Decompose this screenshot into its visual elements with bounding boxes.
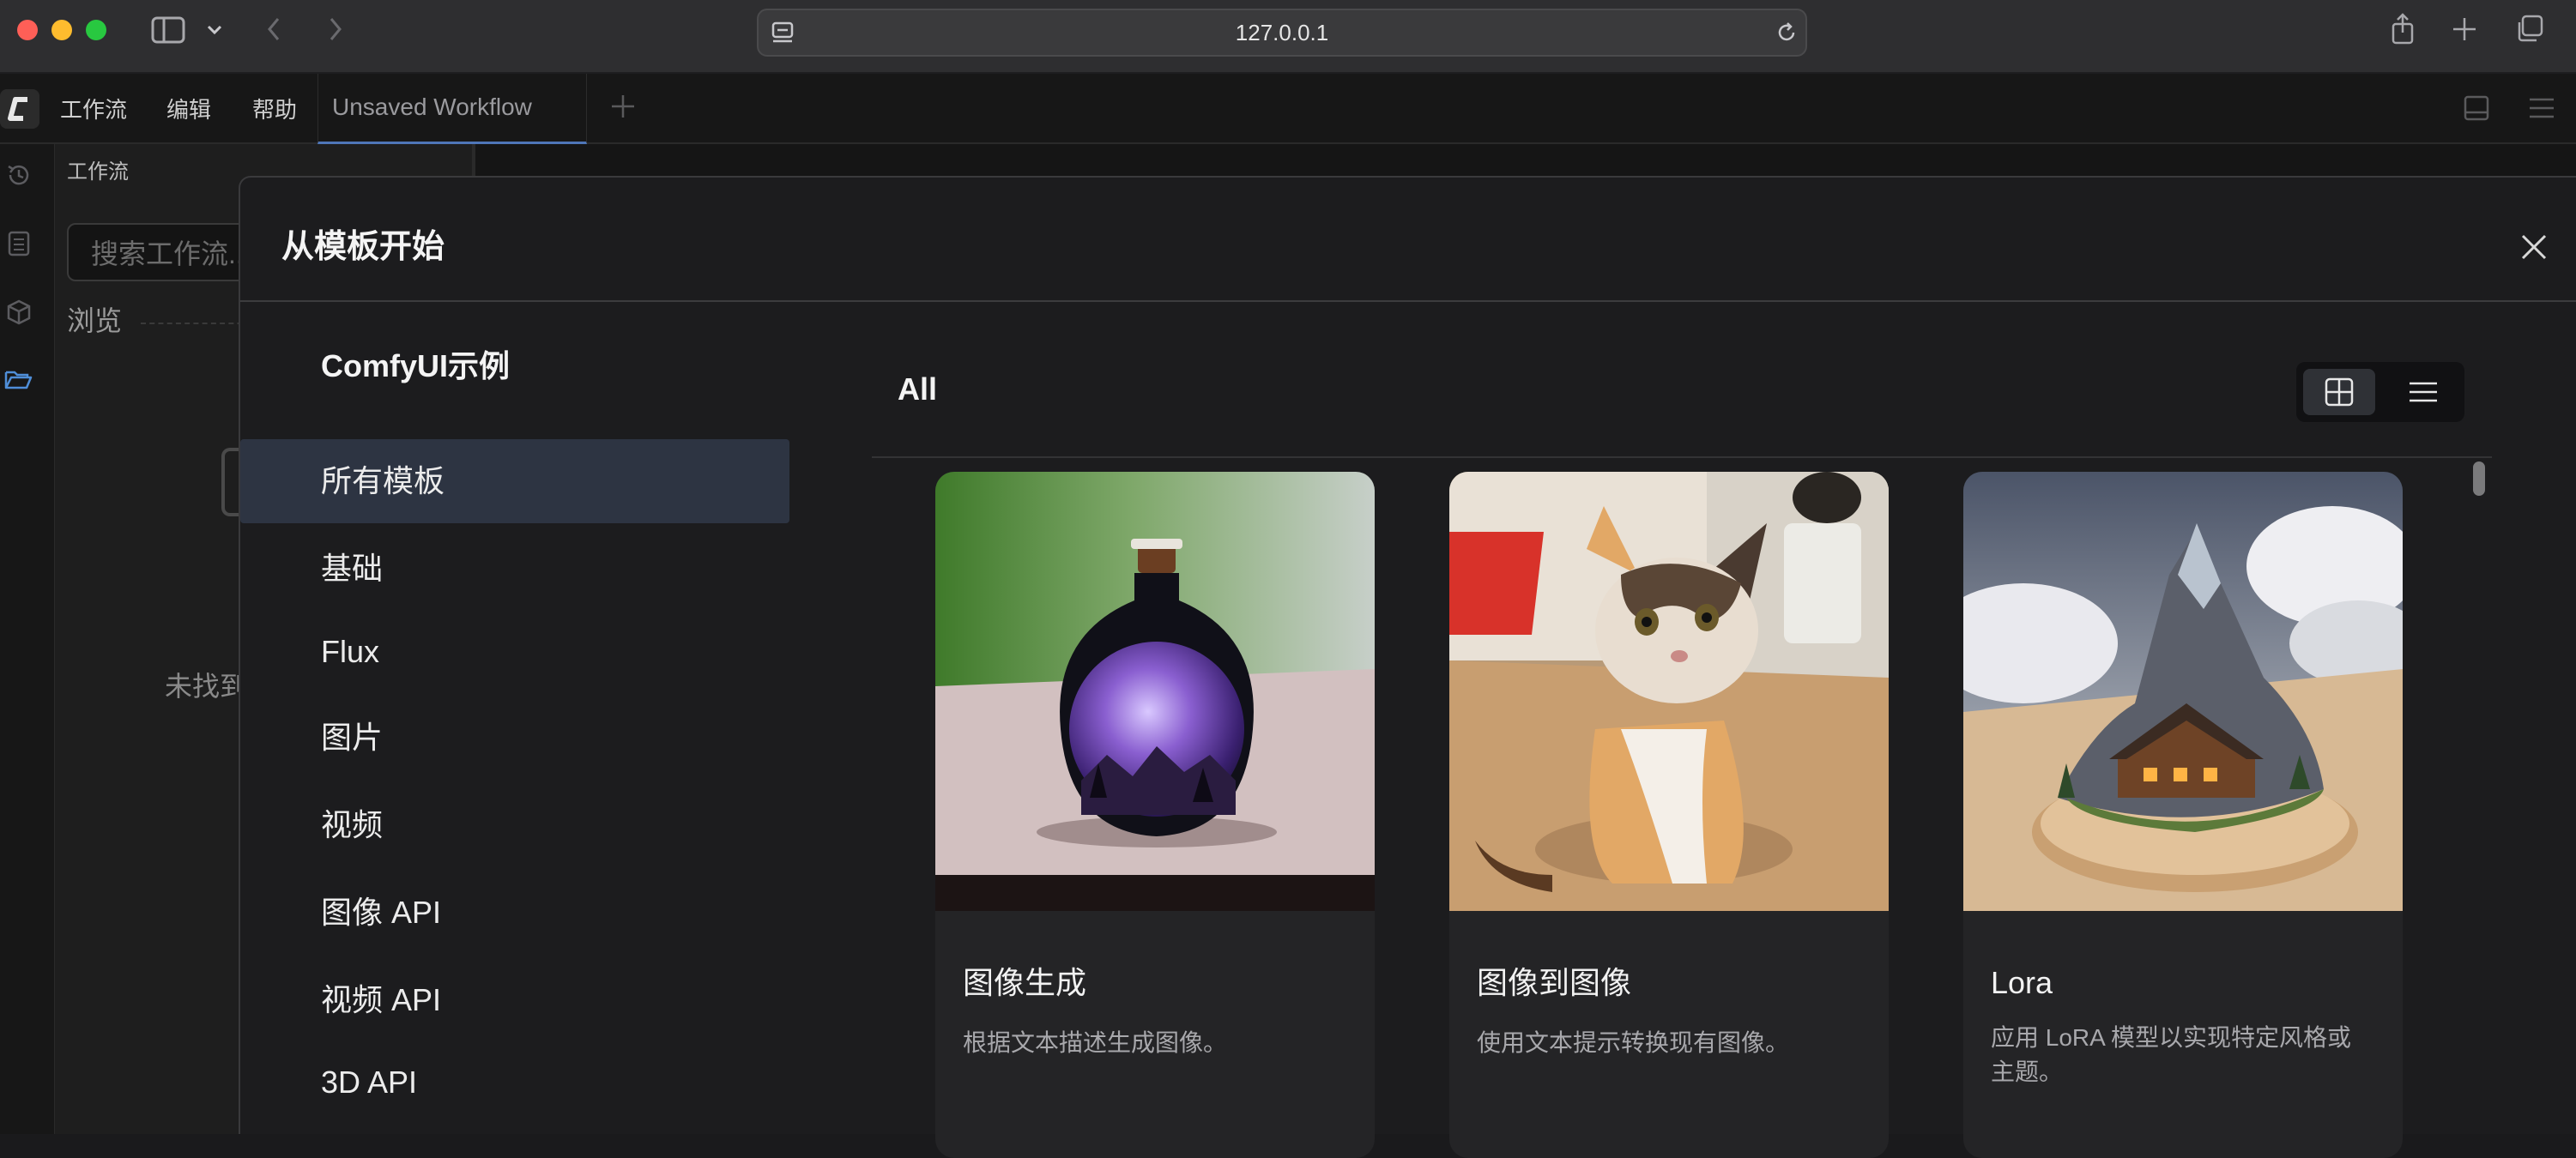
menu-edit[interactable]: 编辑 — [166, 94, 211, 125]
nav-item-basic[interactable]: 基础 — [321, 548, 383, 589]
kitten-thumbnail — [1449, 472, 1889, 911]
card-title: 图像到图像 — [1477, 965, 1632, 1000]
nav-item-video-api[interactable]: 视频 API — [321, 980, 441, 1021]
menu-workflow[interactable]: 工作流 — [60, 94, 127, 125]
address-bar[interactable]: 127.0.0.1 — [757, 9, 1807, 57]
template-card-image-generation[interactable]: 图像生成 根据文本描述生成图像。 — [935, 472, 1375, 1158]
nav-item-flux[interactable]: Flux — [321, 631, 379, 672]
tab-overview-icon[interactable] — [2514, 14, 2545, 45]
model-library-cube-icon[interactable] — [5, 299, 33, 326]
workflows-folder-icon[interactable] — [3, 365, 33, 393]
view-mode-toggle[interactable] — [2296, 362, 2464, 422]
close-icon[interactable] — [2519, 232, 2549, 262]
search-placeholder: 搜索工作流... — [91, 238, 251, 269]
nav-item-3d-api[interactable]: 3D API — [321, 1062, 417, 1103]
list-view-button[interactable] — [2387, 369, 2459, 415]
reload-icon[interactable] — [1775, 21, 1799, 45]
share-icon[interactable] — [2389, 12, 2416, 46]
bottom-panel-icon[interactable] — [2463, 94, 2490, 122]
grid-view-button[interactable] — [2303, 369, 2375, 415]
comfy-logo[interactable] — [0, 89, 39, 129]
empty-state-text: 未找到 — [165, 671, 248, 702]
maximize-window-button[interactable] — [86, 20, 106, 40]
new-tab-icon[interactable] — [2451, 15, 2478, 43]
sidebar-toggle-icon[interactable] — [151, 15, 187, 45]
add-tab-icon[interactable] — [609, 93, 637, 120]
forward-icon[interactable] — [323, 14, 347, 45]
side-tool-rail — [0, 144, 55, 1134]
section-title: All — [898, 371, 938, 407]
sidebar-resize-handle[interactable] — [472, 144, 475, 176]
nav-section-title: ComfyUI示例 — [321, 348, 511, 383]
sidebar-title: 工作流 — [67, 160, 129, 184]
content-divider — [872, 456, 2492, 458]
nav-item-label[interactable]: 所有模板 — [321, 461, 444, 502]
dialog-title: 从模板开始 — [281, 229, 445, 265]
history-icon[interactable] — [5, 161, 33, 189]
node-library-icon[interactable] — [5, 230, 33, 257]
url-text: 127.0.0.1 — [1235, 20, 1329, 45]
nav-item-image[interactable]: 图片 — [321, 717, 383, 758]
browser-toolbar: 127.0.0.1 — [0, 0, 2576, 74]
menu-help[interactable]: 帮助 — [252, 94, 297, 125]
nav-item-image-api[interactable]: 图像 API — [321, 892, 441, 933]
close-window-button[interactable] — [17, 20, 38, 40]
card-title: Lora — [1991, 965, 2053, 1000]
nav-item-video[interactable]: 视频 — [321, 805, 383, 846]
dialog-header-divider — [240, 300, 2576, 302]
back-icon[interactable] — [263, 14, 287, 45]
card-description-line-2: 主题。 — [1991, 1058, 2064, 1085]
template-card-lora[interactable]: Lora 应用 LoRA 模型以实现特定风格或 主题。 — [1963, 472, 2403, 1158]
scrollbar-thumb[interactable] — [2473, 461, 2485, 496]
minimize-window-button[interactable] — [51, 20, 72, 40]
browse-label: 浏览 — [67, 305, 123, 336]
card-title: 图像生成 — [963, 965, 1087, 1000]
mountain-house-thumbnail — [1963, 472, 2403, 911]
card-description: 使用文本提示转换现有图像。 — [1477, 1029, 1790, 1056]
template-card-image-to-image[interactable]: 图像到图像 使用文本提示转换现有图像。 — [1449, 472, 1889, 1158]
tab-unsaved-workflow[interactable]: Unsaved Workflow — [317, 74, 587, 144]
graph-canvas[interactable] — [472, 144, 2576, 176]
hamburger-menu-icon[interactable] — [2528, 96, 2555, 120]
card-description: 根据文本描述生成图像。 — [963, 1029, 1228, 1056]
bottle-galaxy-thumbnail — [935, 472, 1375, 911]
tab-title: Unsaved Workflow — [332, 93, 532, 120]
card-description-line-1: 应用 LoRA 模型以实现特定风格或 — [1991, 1024, 2352, 1051]
chevron-down-icon[interactable] — [204, 19, 225, 39]
